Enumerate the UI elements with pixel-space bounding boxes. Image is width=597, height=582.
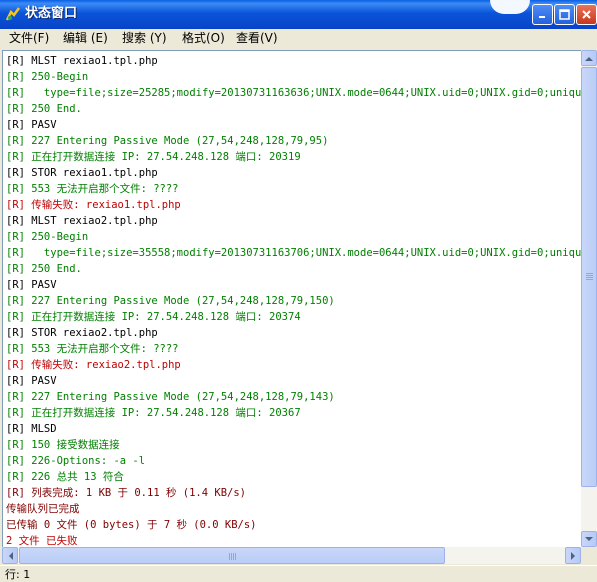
log-text-area[interactable]: [R] MLST rexiao1.tpl.php [R] 250-Begin [R]…	[2, 50, 582, 548]
log-line: [R] 传输失败: rexiao2.tpl.php	[6, 359, 181, 371]
arrow-down-icon	[585, 536, 593, 541]
log-line: [R] 正在打开数据连接 IP: 27.54.248.128 端口: 20374	[6, 311, 301, 323]
log-line: [R] type=file;size=25285;modify=20130731…	[6, 87, 582, 99]
log-line: [R] 250-Begin	[6, 71, 89, 83]
log-line: [R] MLST rexiao1.tpl.php	[6, 55, 158, 67]
log-line: [R] 227 Entering Passive Mode (27,54,248…	[6, 391, 335, 403]
log-line: [R] 553 无法开启那个文件: ????	[6, 343, 179, 355]
line-number-status: 行: 1	[5, 568, 31, 581]
arrow-left-icon	[8, 551, 13, 560]
log-line: [R] 226-Options: -a -l	[6, 455, 146, 467]
window-title: 状态窗口	[25, 6, 78, 21]
log-line: [R] 正在打开数据连接 IP: 27.54.248.128 端口: 20319	[6, 151, 301, 163]
menu-file[interactable]: 文件(F)	[9, 31, 49, 46]
close-icon	[582, 10, 591, 19]
scroll-right-button[interactable]	[565, 547, 581, 564]
scroll-up-button[interactable]	[581, 50, 597, 66]
horizontal-scroll-thumb[interactable]	[19, 547, 445, 564]
log-line: 2 文件 已失败	[6, 535, 78, 547]
log-line: [R] 553 无法开启那个文件: ????	[6, 183, 179, 195]
close-button[interactable]	[576, 4, 597, 25]
log-line: [R] 150 接受数据连接	[6, 439, 120, 451]
app-icon	[5, 6, 21, 22]
scroll-left-button[interactable]	[2, 547, 18, 564]
menu-search[interactable]: 搜索 (Y)	[122, 31, 167, 46]
maximize-icon	[559, 9, 570, 20]
arrow-right-icon	[570, 551, 575, 560]
log-line: [R] type=file;size=35558;modify=20130731…	[6, 247, 582, 259]
log-line: [R] STOR rexiao1.tpl.php	[6, 167, 158, 179]
vertical-scroll-thumb[interactable]	[581, 67, 597, 487]
horizontal-scrollbar[interactable]	[2, 547, 581, 564]
log-line: [R] 正在打开数据连接 IP: 27.54.248.128 端口: 20367	[6, 407, 301, 419]
title-decoration	[490, 0, 530, 14]
log-line: [R] 226 总共 13 符合	[6, 471, 124, 483]
menu-view[interactable]: 查看(V)	[236, 31, 278, 46]
menu-format[interactable]: 格式(O)	[182, 31, 225, 46]
minimize-icon	[539, 16, 545, 18]
arrow-up-icon	[585, 56, 593, 61]
vertical-scrollbar[interactable]	[581, 50, 597, 547]
log-line: [R] 列表完成: 1 KB 于 0.11 秒 (1.4 KB/s)	[6, 487, 247, 499]
log-line: [R] 250-Begin	[6, 231, 89, 243]
log-line: 传输队列已完成	[6, 503, 80, 515]
log-line: [R] 250 End.	[6, 263, 82, 275]
scroll-down-button[interactable]	[581, 531, 597, 547]
log-line: [R] PASV	[6, 375, 57, 387]
minimize-button[interactable]	[532, 4, 553, 25]
log-line: [R] 传输失败: rexiao1.tpl.php	[6, 199, 181, 211]
log-line: [R] MLST rexiao2.tpl.php	[6, 215, 158, 227]
log-line: [R] 250 End.	[6, 103, 82, 115]
menu-bar: 文件(F) 编辑 (E) 搜索 (Y) 格式(O) 查看(V)	[0, 29, 597, 48]
maximize-button[interactable]	[554, 4, 575, 25]
log-line: [R] STOR rexiao2.tpl.php	[6, 327, 158, 339]
scrollbar-corner	[581, 547, 597, 564]
menu-edit[interactable]: 编辑 (E)	[63, 31, 108, 46]
log-line: 已传输 0 文件 (0 bytes) 于 7 秒 (0.0 KB/s)	[6, 519, 257, 531]
title-bar[interactable]: 状态窗口	[0, 0, 597, 29]
log-line: [R] PASV	[6, 119, 57, 131]
status-bar: 行: 1	[0, 565, 597, 582]
log-line: [R] 227 Entering Passive Mode (27,54,248…	[6, 135, 329, 147]
log-line: [R] PASV	[6, 279, 57, 291]
log-line: [R] 227 Entering Passive Mode (27,54,248…	[6, 295, 335, 307]
log-line: [R] MLSD	[6, 423, 57, 435]
